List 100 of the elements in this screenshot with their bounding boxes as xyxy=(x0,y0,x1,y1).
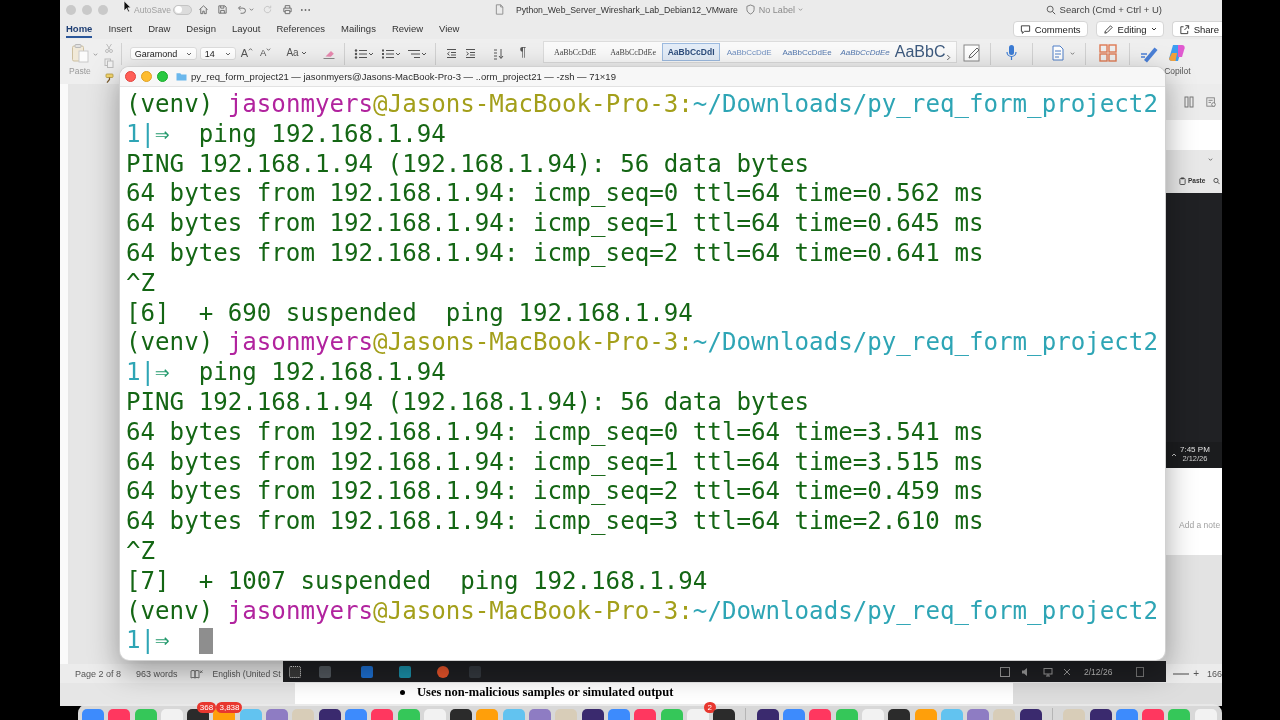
ribbon-tab[interactable]: Insert xyxy=(108,20,133,38)
ribbon-tab[interactable]: Mailings xyxy=(341,20,376,38)
window-icon[interactable] xyxy=(1000,666,1010,677)
formatting-marks-button[interactable]: ¶ xyxy=(519,45,527,59)
show-desktop-button[interactable] xyxy=(1136,666,1145,677)
minimize-button[interactable] xyxy=(141,71,152,82)
terminal-line: 64 bytes from 192.168.1.94: icmp_seq=1 ttl=64 time=0.645 ms xyxy=(126,209,984,239)
style-option[interactable]: AaBbCcDdEe xyxy=(604,43,663,61)
font-field[interactable]: Garamond xyxy=(129,47,197,60)
indent-icon[interactable] xyxy=(464,48,476,59)
clipboard-icon xyxy=(69,43,90,63)
styles-pane-icon[interactable] xyxy=(962,43,983,63)
notification-badge: 368 xyxy=(196,702,217,713)
ribbon-tab[interactable]: View xyxy=(439,20,460,38)
page-count[interactable]: Page 2 of 8 xyxy=(75,668,122,679)
search-icon[interactable] xyxy=(1213,176,1221,185)
caret-icon[interactable] xyxy=(1171,452,1177,458)
terminal-line: PING 192.168.1.94 (192.168.1.94): 56 data bytes xyxy=(126,149,810,180)
zoom-level[interactable]: 166 xyxy=(1206,668,1222,679)
numbered-list-icon[interactable] xyxy=(380,48,401,60)
zoom-in-button[interactable]: + xyxy=(1193,668,1199,679)
zoom-button[interactable] xyxy=(98,4,108,15)
dock-app-icon[interactable] xyxy=(450,709,473,720)
more-icon[interactable] xyxy=(299,7,311,12)
search-field[interactable]: Search (Cmd + Ctrl + U) xyxy=(1045,4,1162,15)
dock-app-icon[interactable] xyxy=(888,709,911,720)
undo-icon[interactable] xyxy=(235,4,247,15)
redo-icon[interactable] xyxy=(261,4,273,15)
scissors-icon[interactable] xyxy=(103,43,114,53)
dock-app-icon[interactable] xyxy=(318,709,341,720)
autosave-toggle[interactable] xyxy=(172,4,192,15)
shrink-font-button[interactable]: A xyxy=(260,47,272,58)
terminal-line: 64 bytes from 192.168.1.94: icmp_seq=3 ttl=64 time=2.610 ms xyxy=(126,507,984,537)
comments-button[interactable]: Comments xyxy=(1012,21,1088,37)
autosave-label: AutoSave xyxy=(134,4,171,15)
folder-icon xyxy=(176,72,187,81)
style-option[interactable]: AaBbCcDdEe xyxy=(836,43,895,61)
language-label[interactable]: English (United St xyxy=(212,668,281,679)
word-count[interactable]: 963 words xyxy=(136,668,178,679)
terminal-line: (venv) jasonmyers@Jasons-MacBook-Pro-3:~/Downloads/py_req_form_project2 xyxy=(126,596,1158,627)
zoom-button[interactable] xyxy=(157,71,168,82)
book-icon[interactable] xyxy=(189,668,203,679)
microphone-icon[interactable] xyxy=(1004,43,1020,63)
dock-app-icon[interactable] xyxy=(756,709,779,720)
copy-icon[interactable] xyxy=(103,58,114,68)
dock-app-icon[interactable] xyxy=(1089,709,1112,720)
ribbon-tab[interactable]: Review xyxy=(391,20,424,38)
close-button[interactable] xyxy=(125,71,136,82)
change-case-button[interactable]: Aa xyxy=(286,47,307,58)
taskbar-date: 2/12/26 xyxy=(1084,666,1113,677)
bullet-list-icon[interactable] xyxy=(353,48,374,60)
save-icon[interactable] xyxy=(216,4,228,15)
minimize-button[interactable] xyxy=(82,4,92,15)
style-option[interactable]: AaBbCcDdEe xyxy=(778,43,837,61)
clipboard-icon[interactable] xyxy=(1179,176,1186,185)
monitor-icon[interactable] xyxy=(1043,666,1053,677)
font-size-field[interactable]: 14 xyxy=(199,47,236,60)
caret-icon xyxy=(248,47,254,52)
terminal-line: [7] + 1007 suspended ping 192.168.1.94 xyxy=(126,566,708,597)
dock-app-icon[interactable] xyxy=(581,709,604,720)
bullet-text: Uses non-malicious samples or simulated output xyxy=(417,685,674,700)
style-option[interactable]: AaBbCcDdI xyxy=(662,43,721,61)
brush-icon[interactable] xyxy=(103,73,114,83)
ribbon-tab[interactable]: References xyxy=(276,20,326,38)
style-option[interactable]: AaBbCcDdE xyxy=(546,43,605,61)
document-title: Python_Web_Server_Wireshark_Lab_Debian12_VMware xyxy=(515,4,738,15)
share-icon xyxy=(1178,23,1190,35)
grid-icon[interactable] xyxy=(1098,43,1119,63)
shield-icon[interactable] xyxy=(745,4,755,15)
multilevel-list-icon[interactable] xyxy=(406,48,427,60)
clock-time: 7:45 PM xyxy=(1180,446,1210,456)
close-icon[interactable] xyxy=(1062,666,1072,677)
style-option[interactable]: AaBbC xyxy=(894,43,947,61)
terminal-line: (venv) jasonmyers@Jasons-MacBook-Pro-3:~/Downloads/py_req_form_project2 xyxy=(126,90,1158,120)
window-title: py_req_form_project21 — jasonmyers@Jasons-MacBook-Pro-3 — ..orm_project21 — -zsh — 71×19 xyxy=(191,71,616,82)
columns-icon[interactable] xyxy=(1184,96,1194,108)
print-icon[interactable] xyxy=(281,4,293,15)
taskbar-app-icon[interactable] xyxy=(399,665,411,678)
caret-icon xyxy=(1150,26,1157,32)
dock-app-icon[interactable] xyxy=(713,709,736,720)
ribbon-tab[interactable]: Design xyxy=(186,20,216,38)
share-button[interactable]: Share xyxy=(1171,21,1222,37)
taskbar-app-icon[interactable] xyxy=(437,665,449,678)
taskbar-app-icon[interactable] xyxy=(289,665,301,678)
dock-app-icon[interactable] xyxy=(1019,709,1042,720)
pointer-icon xyxy=(123,0,132,13)
page-icon[interactable] xyxy=(1206,96,1216,108)
notification-badge: 2 xyxy=(703,702,716,713)
outdent-icon[interactable] xyxy=(445,48,457,59)
caret-icon xyxy=(300,49,307,56)
comment-icon xyxy=(1019,23,1031,35)
terminal-line: 1|⇒ ping 192.168.1.94 xyxy=(126,119,446,150)
chevron-icon[interactable] xyxy=(946,54,952,61)
ribbon-tab[interactable]: Draw xyxy=(148,20,171,38)
copilot-button[interactable]: Copilot xyxy=(1164,43,1191,76)
ribbon-tab[interactable]: Layout xyxy=(231,20,261,38)
home-icon[interactable] xyxy=(197,4,209,15)
grow-font-button[interactable]: A xyxy=(240,47,254,59)
sort-icon[interactable] xyxy=(492,48,504,60)
editing-button[interactable]: Editing xyxy=(1095,21,1164,37)
